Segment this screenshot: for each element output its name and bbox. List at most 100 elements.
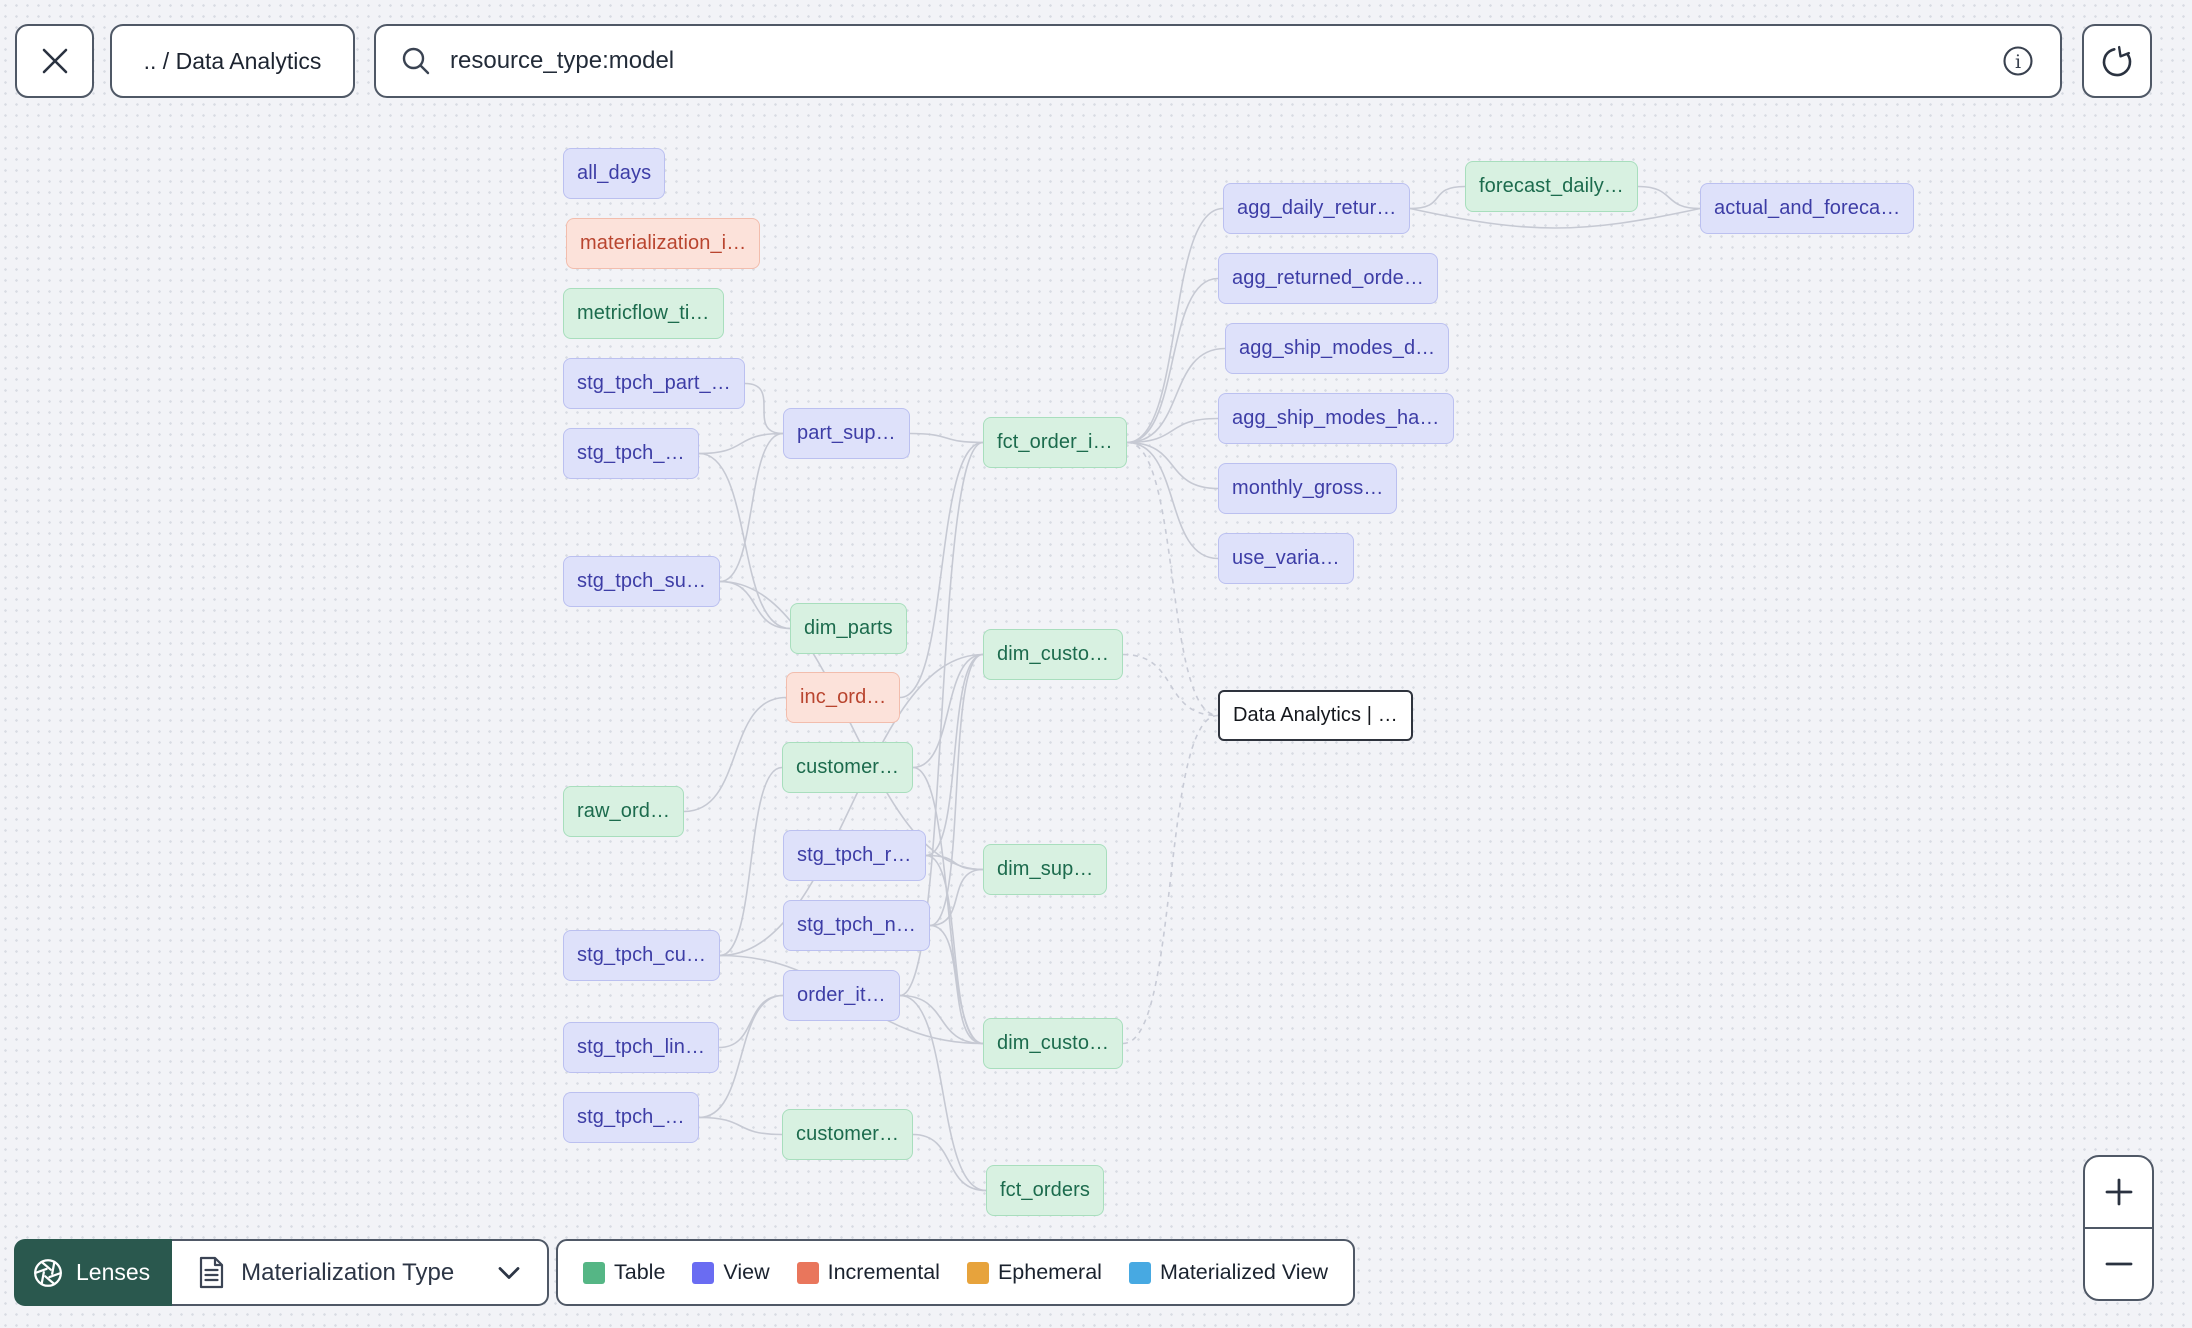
svg-text:i: i: [2015, 51, 2021, 73]
edge-fct_order_i-use_varia: [1126, 441, 1219, 560]
edge-stg_tpch_su-part_sup: [719, 432, 784, 583]
edge-dim_custo_a-exposure: [1122, 653, 1219, 717]
node-exposure[interactable]: Data Analytics | …: [1218, 690, 1413, 741]
node-part_sup[interactable]: part_sup…: [783, 408, 910, 459]
node-stg_tpch_n[interactable]: stg_tpch_n…: [783, 900, 930, 951]
close-button[interactable]: [15, 24, 94, 98]
node-stg_tpch_p2[interactable]: stg_tpch_…: [563, 428, 699, 479]
node-stg_tpch_o[interactable]: stg_tpch_…: [563, 1092, 699, 1143]
edge-customer_b-fct_orders: [912, 1133, 987, 1192]
edge-fct_order_i-exposure: [1126, 441, 1219, 717]
node-order_it[interactable]: order_it…: [783, 970, 900, 1021]
edge-order_it-dim_custo_b: [899, 994, 984, 1045]
node-stg_tpch_lin[interactable]: stg_tpch_lin…: [563, 1022, 720, 1073]
node-monthly_gross[interactable]: monthly_gross…: [1218, 463, 1398, 514]
node-materialization_i[interactable]: materialization_i…: [566, 218, 761, 269]
edge-order_it-fct_orders: [899, 994, 987, 1192]
lineage-canvas[interactable]: all_days materialization_i… metricflow_ti……: [0, 0, 2192, 1328]
lenses-bar: Lenses Materialization Type: [14, 1239, 550, 1306]
legend-label: Ephemeral: [997, 1260, 1102, 1284]
node-forecast_daily[interactable]: forecast_daily…: [1465, 161, 1638, 212]
legend-item-materialized-view: Materialized View: [1128, 1260, 1329, 1285]
edge-stg_tpch_n-dim_sup: [929, 868, 984, 927]
lens-selected-label: Materialization Type: [241, 1258, 455, 1286]
legend-item-view: View: [692, 1260, 770, 1285]
legend-swatch: [796, 1261, 819, 1284]
search-bar[interactable]: i: [374, 24, 2062, 98]
refresh-icon: [2102, 45, 2132, 77]
edge-stg_tpch_p2-part_sup: [698, 432, 784, 455]
node-stg_tpch_r[interactable]: stg_tpch_r…: [783, 830, 926, 881]
edge-stg_tpch_part-part_sup: [744, 382, 784, 435]
lenses-label: Lenses: [76, 1259, 151, 1285]
node-stg_tpch_su[interactable]: stg_tpch_su…: [563, 556, 721, 607]
legend-item-table: Table: [583, 1260, 665, 1285]
legend-item-ephemeral: Ephemeral: [966, 1260, 1102, 1285]
search-input[interactable]: [450, 47, 1982, 75]
legend-label: Materialized View: [1159, 1260, 1329, 1284]
zoom-out-button[interactable]: [2085, 1227, 2152, 1299]
node-actual_forecast[interactable]: actual_and_foreca…: [1700, 183, 1915, 234]
refresh-button[interactable]: [2082, 24, 2152, 98]
edge-customer_a-dim_custo_a: [912, 653, 984, 769]
lenses-button[interactable]: Lenses: [14, 1239, 173, 1306]
legend-swatch: [966, 1261, 989, 1284]
edge-part_sup-fct_order_i: [909, 432, 984, 444]
legend-item-incremental: Incremental: [796, 1260, 940, 1285]
node-agg_ship_ha[interactable]: agg_ship_modes_ha…: [1218, 393, 1454, 444]
node-use_varia[interactable]: use_varia…: [1218, 533, 1354, 584]
edge-inc_ord-fct_order_i: [899, 441, 984, 699]
node-customer_a[interactable]: customer…: [782, 742, 914, 793]
node-raw_ord[interactable]: raw_ord…: [563, 786, 685, 837]
edge-forecast_daily-actual_forecast: [1637, 185, 1701, 210]
document-icon: [200, 1256, 224, 1289]
edge-stg_tpch_o-customer_b: [698, 1116, 783, 1136]
node-dim_sup[interactable]: dim_sup…: [983, 844, 1108, 895]
node-dim_parts[interactable]: dim_parts: [790, 603, 907, 654]
node-agg_ship_d[interactable]: agg_ship_modes_d…: [1225, 323, 1450, 374]
edge-raw_ord-inc_ord: [683, 696, 787, 813]
zoom-controls: [2083, 1155, 2154, 1301]
node-agg_daily[interactable]: agg_daily_retur…: [1223, 183, 1411, 234]
edge-fct_order_i-agg_daily: [1126, 207, 1224, 444]
info-icon[interactable]: i: [2000, 43, 2036, 79]
legend-swatch: [692, 1261, 715, 1284]
edge-dim_custo_b-exposure: [1122, 714, 1219, 1045]
close-icon: [42, 48, 67, 74]
edge-stg_tpch_cu-customer_a: [719, 766, 783, 957]
legend-swatch: [1128, 1261, 1151, 1284]
node-agg_returned[interactable]: agg_returned_orde…: [1218, 253, 1438, 304]
breadcrumb-label: .. / Data Analytics: [143, 47, 322, 74]
legend-swatch: [583, 1261, 605, 1284]
node-inc_ord[interactable]: inc_ord…: [786, 672, 901, 723]
node-stg_tpch_part[interactable]: stg_tpch_part_…: [563, 358, 745, 409]
legend-label: Table: [614, 1260, 666, 1284]
node-fct_order_i[interactable]: fct_order_i…: [983, 417, 1127, 468]
legend-label: View: [723, 1260, 770, 1284]
node-fct_orders[interactable]: fct_orders: [986, 1165, 1104, 1216]
chevron-down-icon: [498, 1266, 520, 1279]
node-customer_b[interactable]: customer…: [782, 1109, 914, 1160]
materialization-legend: Table View Incremental Ephemeral Materialize…: [556, 1239, 1356, 1306]
search-icon: [402, 47, 430, 75]
breadcrumb[interactable]: .. / Data Analytics: [110, 24, 355, 98]
lens-selector[interactable]: Materialization Type: [172, 1239, 550, 1306]
node-all_days[interactable]: all_days: [563, 148, 666, 199]
edge-stg_tpch_lin-order_it: [718, 994, 784, 1049]
edge-fct_order_i-monthly_gross: [1126, 441, 1219, 490]
node-metricflow_ti[interactable]: metricflow_ti…: [563, 288, 724, 339]
edge-stg_tpch_n-dim_custo_a: [929, 653, 984, 927]
edge-fct_order_i-agg_ship_ha: [1126, 417, 1219, 444]
node-dim_custo_b[interactable]: dim_custo…: [983, 1018, 1124, 1069]
edge-stg_tpch_n-dim_custo_b: [929, 924, 984, 1045]
edge-stg_tpch_r-dim_custo_b: [925, 854, 984, 1045]
edge-fct_order_i-agg_ship_d: [1126, 347, 1226, 444]
minus-icon: [2105, 1262, 2132, 1266]
edge-fct_order_i-agg_returned: [1126, 277, 1219, 444]
zoom-in-button[interactable]: [2085, 1157, 2152, 1227]
edge-stg_tpch_su-dim_parts: [719, 580, 791, 630]
node-dim_custo_a[interactable]: dim_custo…: [983, 629, 1124, 680]
edge-stg_tpch_r-dim_custo_a: [925, 653, 984, 857]
node-stg_tpch_cu[interactable]: stg_tpch_cu…: [563, 930, 721, 981]
edge-agg_daily-forecast_daily: [1409, 185, 1466, 210]
